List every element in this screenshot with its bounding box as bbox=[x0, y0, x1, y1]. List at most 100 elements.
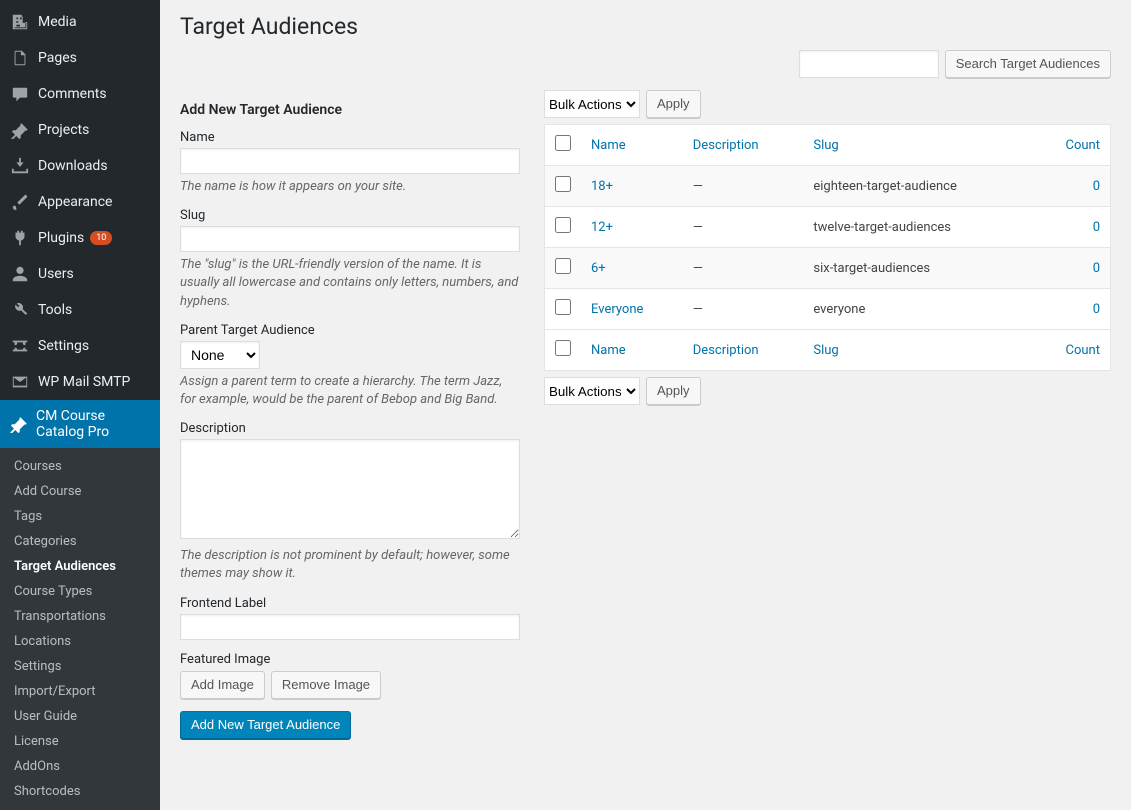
term-description: — bbox=[683, 248, 804, 289]
name-help: The name is how it appears on your site. bbox=[180, 178, 520, 196]
slug-label: Slug bbox=[180, 208, 520, 223]
term-count-link[interactable]: 0 bbox=[1093, 220, 1100, 235]
add-image-button[interactable]: Add Image bbox=[180, 671, 265, 699]
submenu-item-target-audiences[interactable]: Target Audiences bbox=[0, 554, 160, 579]
term-name-link[interactable]: 6+ bbox=[591, 261, 606, 276]
frontend-label-label: Frontend Label bbox=[180, 596, 520, 611]
media-icon bbox=[10, 12, 30, 32]
submit-button[interactable]: Add New Target Audience bbox=[180, 711, 351, 739]
row-checkbox[interactable] bbox=[555, 176, 571, 192]
apply-top-button[interactable]: Apply bbox=[646, 90, 701, 118]
menu-item-label: CM Course Catalog Pro bbox=[36, 408, 152, 440]
menu-item-appearance[interactable]: Appearance bbox=[0, 184, 160, 220]
form-heading: Add New Target Audience bbox=[180, 102, 520, 118]
bulk-actions-top[interactable]: Bulk Actions bbox=[544, 90, 640, 118]
col-description[interactable]: Description bbox=[683, 125, 804, 166]
add-term-form: Add New Target Audience Name The name is… bbox=[180, 90, 520, 739]
menu-item-plugins[interactable]: Plugins10 bbox=[0, 220, 160, 256]
page-icon bbox=[10, 48, 30, 68]
pin-icon bbox=[10, 414, 28, 434]
submenu-item-shortcodes[interactable]: Shortcodes bbox=[0, 779, 160, 804]
menu-item-label: WP Mail SMTP bbox=[38, 374, 130, 390]
remove-image-button[interactable]: Remove Image bbox=[271, 671, 381, 699]
submenu-item-courses[interactable]: Courses bbox=[0, 454, 160, 479]
description-input[interactable] bbox=[180, 439, 520, 539]
menu-item-label: Downloads bbox=[38, 158, 108, 174]
menu-item-pages[interactable]: Pages bbox=[0, 40, 160, 76]
plugin-icon bbox=[10, 228, 30, 248]
submenu-item-add-course[interactable]: Add Course bbox=[0, 479, 160, 504]
submenu-item-license[interactable]: License bbox=[0, 729, 160, 754]
menu-item-media[interactable]: Media bbox=[0, 4, 160, 40]
brush-icon bbox=[10, 192, 30, 212]
table-row: 12+ —twelve-target-audiences 0 bbox=[545, 207, 1111, 248]
main-content: Target Audiences Search Target Audiences… bbox=[160, 0, 1131, 768]
submenu-item-user-guide[interactable]: User Guide bbox=[0, 704, 160, 729]
menu-item-projects[interactable]: Projects bbox=[0, 112, 160, 148]
menu-item-label: Appearance bbox=[38, 194, 112, 210]
search-button[interactable]: Search Target Audiences bbox=[945, 50, 1111, 78]
mail-icon bbox=[10, 372, 30, 392]
parent-help: Assign a parent term to create a hierarc… bbox=[180, 373, 520, 409]
description-label: Description bbox=[180, 421, 520, 436]
term-count-link[interactable]: 0 bbox=[1093, 261, 1100, 276]
menu-item-label: Media bbox=[38, 14, 77, 30]
term-name-link[interactable]: 18+ bbox=[591, 179, 613, 194]
name-label: Name bbox=[180, 130, 520, 145]
term-count-link[interactable]: 0 bbox=[1093, 302, 1100, 317]
submenu-item-course-types[interactable]: Course Types bbox=[0, 579, 160, 604]
term-description: — bbox=[683, 207, 804, 248]
row-checkbox[interactable] bbox=[555, 258, 571, 274]
col-name[interactable]: Name bbox=[581, 125, 683, 166]
submenu-item-tags[interactable]: Tags bbox=[0, 504, 160, 529]
frontend-label-input[interactable] bbox=[180, 614, 520, 640]
submenu-item-addons[interactable]: AddOns bbox=[0, 754, 160, 779]
menu-item-cm-course-catalog-pro[interactable]: CM Course Catalog Pro bbox=[0, 400, 160, 448]
submenu-item-locations[interactable]: Locations bbox=[0, 629, 160, 654]
menu-item-label: Comments bbox=[38, 86, 107, 102]
term-description: — bbox=[683, 289, 804, 330]
submenu-item-import-export[interactable]: Import/Export bbox=[0, 679, 160, 704]
apply-bottom-button[interactable]: Apply bbox=[646, 377, 701, 405]
submenu-item-settings[interactable]: Settings bbox=[0, 654, 160, 679]
row-checkbox[interactable] bbox=[555, 299, 571, 315]
parent-select[interactable]: None bbox=[180, 341, 260, 369]
tools-icon bbox=[10, 300, 30, 320]
menu-item-downloads[interactable]: Downloads bbox=[0, 148, 160, 184]
select-all-top[interactable] bbox=[555, 135, 571, 151]
admin-sidebar: Media Pages Comments Projects Downloads Appea… bbox=[0, 0, 160, 768]
row-checkbox[interactable] bbox=[555, 217, 571, 233]
description-help: The description is not prominent by defa… bbox=[180, 547, 520, 583]
term-slug: eighteen-target-audience bbox=[803, 166, 1033, 207]
search-input[interactable] bbox=[799, 50, 939, 78]
term-count-link[interactable]: 0 bbox=[1093, 179, 1100, 194]
settings-icon bbox=[10, 336, 30, 356]
comment-icon bbox=[10, 84, 30, 104]
submenu-item-transportations[interactable]: Transportations bbox=[0, 604, 160, 629]
term-slug: six-target-audiences bbox=[803, 248, 1033, 289]
parent-label: Parent Target Audience bbox=[180, 323, 520, 338]
page-title: Target Audiences bbox=[180, 4, 1111, 52]
term-name-link[interactable]: Everyone bbox=[591, 302, 643, 317]
col-count[interactable]: Count bbox=[1033, 125, 1110, 166]
search-bar: Search Target Audiences bbox=[799, 50, 1111, 78]
term-slug: twelve-target-audiences bbox=[803, 207, 1033, 248]
slug-input[interactable] bbox=[180, 226, 520, 252]
menu-item-users[interactable]: Users bbox=[0, 256, 160, 292]
menu-item-comments[interactable]: Comments bbox=[0, 76, 160, 112]
term-name-link[interactable]: 12+ bbox=[591, 220, 613, 235]
col-slug[interactable]: Slug bbox=[803, 125, 1033, 166]
submenu-item-categories[interactable]: Categories bbox=[0, 529, 160, 554]
menu-item-wp-mail-smtp[interactable]: WP Mail SMTP bbox=[0, 364, 160, 400]
terms-table: Name Description Slug Count 18+—eighteen… bbox=[544, 124, 1111, 371]
menu-item-label: Users bbox=[38, 266, 74, 282]
featured-image-label: Featured Image bbox=[180, 652, 520, 667]
bulk-actions-bottom[interactable]: Bulk Actions bbox=[544, 377, 640, 405]
term-description: — bbox=[683, 166, 804, 207]
term-slug: everyone bbox=[803, 289, 1033, 330]
select-all-bottom[interactable] bbox=[555, 340, 571, 356]
name-input[interactable] bbox=[180, 148, 520, 174]
menu-item-settings[interactable]: Settings bbox=[0, 328, 160, 364]
menu-item-tools[interactable]: Tools bbox=[0, 292, 160, 328]
menu-item-label: Settings bbox=[38, 338, 89, 354]
